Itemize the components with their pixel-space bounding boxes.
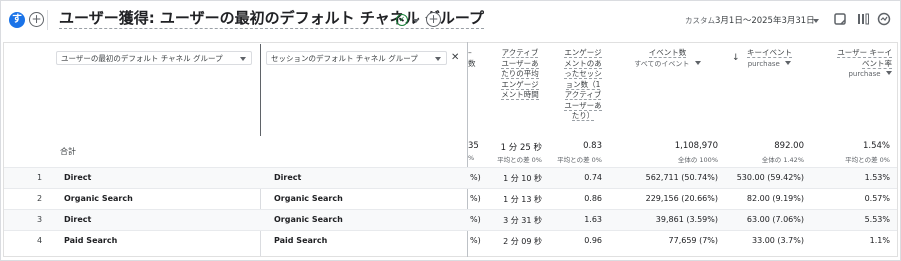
chevron-down-icon xyxy=(435,57,441,61)
total-events-sub: 全体の 100% xyxy=(677,156,718,164)
date-custom-label: カスタム xyxy=(685,16,715,25)
table-row[interactable]: 4 Paid Search Paid Search %) 2 分 09 秒 0.… xyxy=(4,230,897,251)
total-rate-sub: 平均との差 0% xyxy=(845,156,890,164)
row-dimension2: Paid Search xyxy=(274,236,328,245)
row-rate: 0.57% xyxy=(864,194,890,203)
row-key-events: 530.00 (59.42%) xyxy=(736,173,804,182)
col-avg-engagement-time[interactable]: アクティブ ユーザーあ たりの平均 エンゲージ メント時間 xyxy=(495,48,545,101)
total-cut-value: 35 xyxy=(468,141,479,151)
page-title: ユーザー獲得: ユーザーの最初のデフォルト チャネル グループ xyxy=(59,9,485,29)
row-dimension1: Direct xyxy=(64,173,92,182)
row-events: 229,156 (20.66%) xyxy=(645,194,718,203)
chevron-down-icon xyxy=(240,57,246,61)
header-divider xyxy=(47,10,48,30)
row-dimension2: Organic Search xyxy=(274,194,343,203)
chevron-down-icon[interactable] xyxy=(694,60,701,65)
total-label: 合計 xyxy=(60,147,76,156)
user-avatar[interactable]: す xyxy=(9,12,25,28)
row-number: 1 xyxy=(37,173,43,182)
row-dimension2: Organic Search xyxy=(274,215,343,224)
col-user-key-event-rate[interactable]: ユーザー キーイ ベント率 purchase xyxy=(812,48,892,80)
check-circle-icon: ✓ xyxy=(396,14,408,26)
secondary-dimension-select[interactable]: セッションのデフォルト チャネル グループ xyxy=(266,51,447,65)
row-dimension1: Paid Search xyxy=(64,236,118,245)
row-number: 3 xyxy=(37,215,43,224)
row-avg-time: 1 分 10 秒 xyxy=(503,174,542,183)
total-key-events: 892.00 xyxy=(774,141,804,151)
row-events: 562,711 (50.74%) xyxy=(645,173,718,182)
row-events: 39,861 (3.59%) xyxy=(655,215,718,224)
chevron-down-icon[interactable] xyxy=(886,71,892,75)
row-avg-time: 2 分 09 秒 xyxy=(503,237,542,246)
row-number: 4 xyxy=(37,236,43,245)
table-row[interactable]: 3 Direct Organic Search %) 3 分 31 秒 1.63… xyxy=(4,209,897,230)
table-row[interactable]: 1 Direct Direct %) 1 分 10 秒 0.74 562,711… xyxy=(4,167,897,188)
total-engaged: 0.83 xyxy=(583,141,602,151)
row-dimension1: Direct xyxy=(64,215,92,224)
share-report-icon[interactable] xyxy=(833,12,847,26)
row-events: 77,659 (7%) xyxy=(668,236,718,245)
row-rate: 1.53% xyxy=(864,173,890,182)
row-dimension2: Direct xyxy=(274,173,302,182)
add-icon[interactable]: + xyxy=(29,12,44,27)
total-engaged-sub: 平均との差 0% xyxy=(557,156,602,164)
table-row[interactable]: 2 Organic Search Organic Search %) 1 分 1… xyxy=(4,188,897,209)
chevron-down-icon[interactable] xyxy=(785,60,792,65)
total-avg-time-sub: 平均との差 0% xyxy=(497,156,542,164)
add-comparison-icon[interactable]: + xyxy=(426,12,441,27)
row-engaged: 1.63 xyxy=(584,215,602,224)
compare-icon[interactable] xyxy=(856,12,870,26)
primary-dimension-select[interactable]: ユーザーの最初のデフォルト チャネル グループ xyxy=(56,51,252,65)
row-key-events: 33.00 (3.7%) xyxy=(751,236,804,245)
cut-column-header: – 数 xyxy=(468,48,476,68)
total-key-events-sub: 全体の 1.42% xyxy=(761,156,804,164)
dimension-resize-handle[interactable] xyxy=(260,44,261,136)
row-key-events: 82.00 (9.19%) xyxy=(746,194,804,203)
col-engaged-sessions-per-user[interactable]: エンゲージ メントのあ ったセッシ ョン数（1 アクティブ ユーザーあ たり） xyxy=(558,48,608,122)
col-key-events[interactable]: ↓ キーイベント purchase xyxy=(732,48,807,69)
row-avg-time: 3 分 31 秒 xyxy=(503,216,542,225)
sort-desc-icon[interactable]: ↓ xyxy=(732,53,740,64)
row-dimension1: Organic Search xyxy=(64,194,133,203)
title-dropdown-icon[interactable] xyxy=(413,19,419,23)
row-engaged: 0.96 xyxy=(584,236,602,245)
col-event-count[interactable]: イベント数 すべてのイベント xyxy=(620,48,715,69)
row-avg-time: 1 分 13 秒 xyxy=(503,195,542,204)
secondary-dimension-label: セッションのデフォルト チャネル グループ xyxy=(271,54,418,63)
report-header: す + ユーザー獲得: ユーザーの最初のデフォルト チャネル グループ ✓ + … xyxy=(0,0,901,38)
row-rate: 5.53% xyxy=(864,215,890,224)
remove-dimension-icon[interactable]: ✕ xyxy=(451,52,459,63)
total-avg-time: 1 分 25 秒 xyxy=(500,143,542,153)
row-number: 2 xyxy=(37,194,43,203)
row-rate: 1.1% xyxy=(869,236,890,245)
primary-dimension-label: ユーザーの最初のデフォルト チャネル グループ xyxy=(61,54,223,63)
date-range[interactable]: 3月1日～2025年3月31日 xyxy=(715,14,815,26)
date-dropdown-icon[interactable] xyxy=(813,19,819,23)
row-key-events: 63.00 (7.06%) xyxy=(746,215,804,224)
insights-icon[interactable] xyxy=(877,12,891,26)
row-engaged: 0.74 xyxy=(584,173,602,182)
total-cut-sub: % xyxy=(468,154,475,162)
total-events: 1,108,970 xyxy=(674,141,718,151)
total-rate: 1.54% xyxy=(862,141,890,151)
row-engaged: 0.86 xyxy=(584,194,602,203)
